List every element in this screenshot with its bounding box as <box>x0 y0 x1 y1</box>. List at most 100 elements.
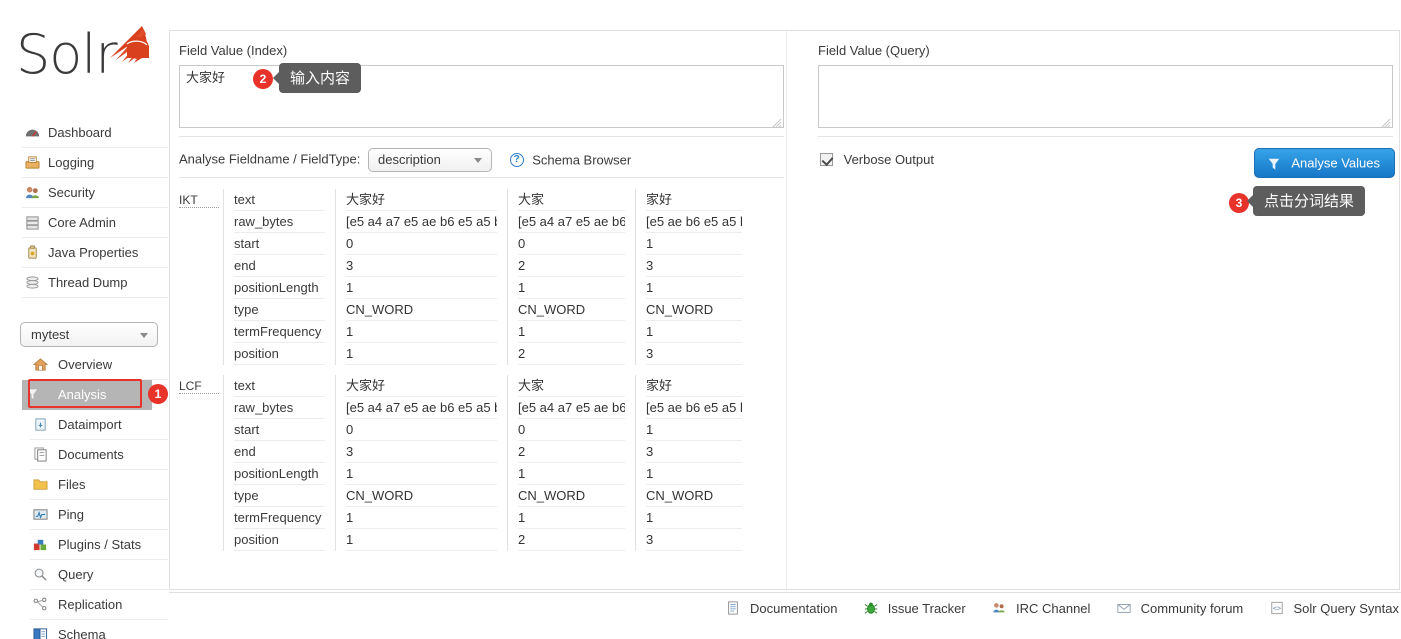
footer-link-label: IRC Channel <box>1015 601 1091 617</box>
sidebar-item-label: Replication <box>58 597 123 612</box>
token-raw-bytes: [e5 a4 a7 e5 ae b6] <box>518 397 625 419</box>
analyse-values-button[interactable]: Analyse Values <box>1253 148 1395 178</box>
token-text: 家好 <box>646 189 742 211</box>
question-mark-icon[interactable]: ? <box>509 153 524 167</box>
sidebar: Solr Dashboard Logging Security Core Adm… <box>0 0 168 639</box>
attribute-name: position <box>234 529 325 551</box>
attribute-name: start <box>234 419 325 441</box>
panel-vertical-divider <box>786 31 787 591</box>
analyzer-abbreviation[interactable]: IKT <box>179 193 219 208</box>
token-position-length: 1 <box>646 277 742 299</box>
people-icon <box>991 601 1007 617</box>
footer-link-label: Issue Tracker <box>887 601 966 617</box>
main-navigation: Dashboard Logging Security Core Admin Ja… <box>22 118 168 298</box>
sidebar-item-label: Logging <box>48 155 95 170</box>
token-end: 2 <box>518 441 625 463</box>
footer-link-label: Community forum <box>1140 601 1244 617</box>
sidebar-item-ping[interactable]: Ping <box>30 500 168 530</box>
sidebar-item-files[interactable]: Files <box>30 470 168 500</box>
security-icon <box>24 185 40 201</box>
sidebar-item-label: Documents <box>58 447 124 462</box>
bug-icon <box>863 601 879 617</box>
token-text: 大家好 <box>346 189 497 211</box>
fieldtype-select[interactable]: description <box>368 148 492 172</box>
sidebar-item-thread-dump[interactable]: Thread Dump <box>22 268 168 298</box>
analyzer-row: IKT text raw_bytes start end positionLen… <box>179 189 779 365</box>
index-field-block: Field Value (Index) <box>179 43 784 131</box>
sidebar-item-logging[interactable]: Logging <box>22 148 168 178</box>
sidebar-item-query[interactable]: Query <box>30 560 168 590</box>
verbose-output-label[interactable]: Verbose Output <box>844 152 934 167</box>
annotation-tooltip-3: 点击分词结果 <box>1246 186 1366 216</box>
token-start: 0 <box>346 419 497 441</box>
sidebar-item-documents[interactable]: Documents <box>30 440 168 470</box>
logging-icon <box>24 155 40 171</box>
footer-link-irc-channel[interactable]: IRC Channel <box>991 600 1090 617</box>
token-term-frequency: 1 <box>346 321 497 343</box>
thread-dump-icon <box>24 275 40 291</box>
token-position: 3 <box>646 343 742 365</box>
token-type: CN_WORD <box>346 299 497 321</box>
analysis-panel: Field Value (Index) Field Value (Query) … <box>169 30 1400 591</box>
token-type: CN_WORD <box>646 299 742 321</box>
chevron-down-icon <box>140 333 148 338</box>
sidebar-item-label: Overview <box>58 357 113 372</box>
analyzer-abbreviation[interactable]: LCF <box>179 379 219 394</box>
sidebar-item-analysis[interactable]: Analysis <box>22 380 152 410</box>
footer-link-label: Solr Query Syntax <box>1293 601 1400 617</box>
footer-link-issue-tracker[interactable]: Issue Tracker <box>863 600 966 617</box>
token-type: CN_WORD <box>646 485 742 507</box>
documents-icon <box>32 447 48 463</box>
token-type: CN_WORD <box>518 485 625 507</box>
schema-book-icon <box>32 627 48 639</box>
schema-browser-link[interactable]: Schema Browser <box>532 153 631 168</box>
attribute-name: start <box>234 233 325 255</box>
plugins-stats-icon <box>32 537 48 553</box>
token-start: 0 <box>518 233 625 255</box>
token-text: 大家 <box>518 189 625 211</box>
token-start: 1 <box>646 419 742 441</box>
attribute-name: termFrequency <box>234 321 325 343</box>
sidebar-item-security[interactable]: Security <box>22 178 168 208</box>
annotation-badge-1: 1 <box>148 384 168 404</box>
token-start: 1 <box>646 233 742 255</box>
sidebar-item-label: Schema <box>58 627 106 639</box>
query-divider <box>818 136 1393 137</box>
attribute-name-column: text raw_bytes start end positionLength … <box>224 189 336 365</box>
sidebar-item-dashboard[interactable]: Dashboard <box>22 118 168 148</box>
sidebar-item-overview[interactable]: Overview <box>30 350 168 380</box>
query-field-textarea[interactable] <box>818 65 1393 128</box>
results-divider <box>179 177 784 178</box>
sidebar-item-dataimport[interactable]: Dataimport <box>30 410 168 440</box>
token-end: 3 <box>646 441 742 463</box>
token-type: CN_WORD <box>346 485 497 507</box>
replication-icon <box>32 597 48 613</box>
token-grid: text raw_bytes start end positionLength … <box>223 189 779 365</box>
sidebar-item-label: Analysis <box>58 387 107 402</box>
attribute-name: type <box>234 299 325 321</box>
token-column: 大家好 [e5 a4 a7 e5 ae b6 e5 a5 bd] 0 3 1 C… <box>336 375 508 551</box>
token-text: 家好 <box>646 375 742 397</box>
core-selector[interactable]: mytest <box>20 322 158 347</box>
sidebar-item-core-admin[interactable]: Core Admin <box>22 208 168 238</box>
sidebar-item-java-properties[interactable]: Java Properties <box>22 238 168 268</box>
verbose-output-checkbox[interactable] <box>820 153 833 167</box>
funnel-icon <box>1268 158 1279 170</box>
solr-logo[interactable]: Solr <box>16 22 156 92</box>
index-field-label: Field Value (Index) <box>179 43 288 58</box>
token-column: 大家好 [e5 a4 a7 e5 ae b6 e5 a5 bd] 0 3 1 C… <box>336 189 508 365</box>
footer-link-community-forum[interactable]: Community forum <box>1116 600 1243 617</box>
dashboard-icon <box>24 125 40 141</box>
footer-link-solr-query-syntax[interactable]: <> Solr Query Syntax <box>1269 600 1399 617</box>
attribute-name: end <box>234 255 325 277</box>
sidebar-item-schema[interactable]: Schema <box>30 620 168 639</box>
sidebar-item-replication[interactable]: Replication <box>30 590 168 620</box>
token-raw-bytes: [e5 ae b6 e5 a5 bd] <box>646 397 742 419</box>
token-end: 3 <box>346 441 497 463</box>
footer-link-documentation[interactable]: Documentation <box>725 600 837 617</box>
token-position: 2 <box>518 343 625 365</box>
token-end: 3 <box>646 255 742 277</box>
sidebar-item-label: Security <box>48 185 95 200</box>
sidebar-item-label: Files <box>58 477 86 492</box>
sidebar-item-plugins-stats[interactable]: Plugins / Stats <box>30 530 168 560</box>
